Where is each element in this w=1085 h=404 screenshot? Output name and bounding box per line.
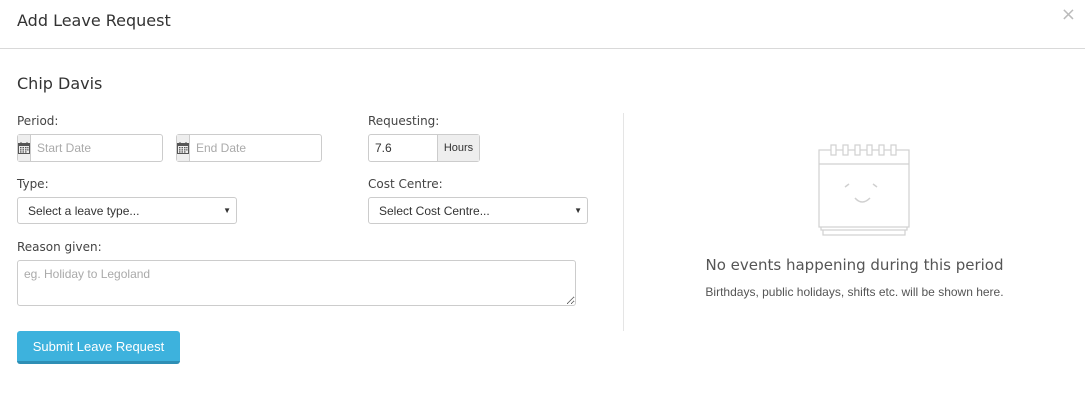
leave-type-select[interactable]: Select a leave type... ▼ [17,197,237,224]
hours-unit-label: Hours [437,135,479,161]
end-date-group[interactable] [176,134,351,162]
reason-textarea[interactable] [17,260,576,306]
submit-leave-request-button[interactable]: Submit Leave Request [17,331,180,364]
start-date-group[interactable] [17,134,192,162]
modal-title: Add Leave Request [17,11,171,30]
staff-name: Chip Davis [17,74,103,93]
requesting-hours-input[interactable] [369,135,437,161]
period-label: Period: [17,114,59,128]
cost-centre-label: Cost Centre: [368,177,443,191]
end-date-input[interactable] [190,135,351,161]
empty-events-title: No events happening during this period [705,256,1004,274]
requesting-label: Requesting: [368,114,440,128]
start-date-input[interactable] [31,135,192,161]
reason-label: Reason given: [17,240,102,254]
type-label: Type: [17,177,49,191]
cost-centre-select[interactable]: Select Cost Centre... ▼ [368,197,588,224]
calendar-icon[interactable] [18,135,31,161]
caret-down-icon: ▼ [223,206,231,215]
caret-down-icon: ▼ [574,206,582,215]
modal-header: Add Leave Request × [0,0,1085,49]
calendar-icon[interactable] [177,135,190,161]
empty-calendar-icon [814,142,914,242]
requesting-group: Hours [368,134,480,162]
leave-type-selected: Select a leave type... [28,203,140,218]
empty-events-subtitle: Birthdays, public holidays, shifts etc. … [705,285,1004,299]
close-icon[interactable]: × [1061,5,1076,25]
cost-centre-selected: Select Cost Centre... [379,203,490,218]
